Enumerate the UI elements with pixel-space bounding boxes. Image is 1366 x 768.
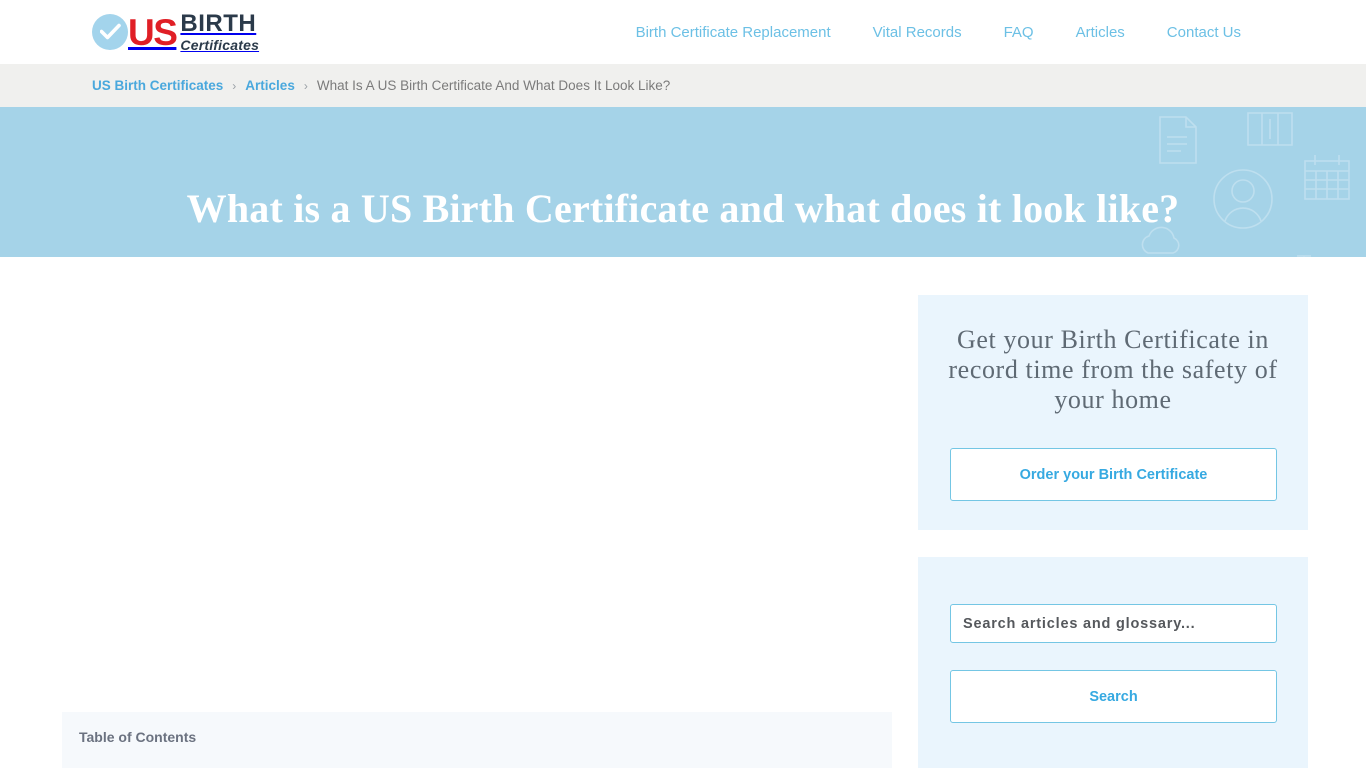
logo-text-us: US — [128, 11, 178, 53]
search-input[interactable] — [950, 604, 1277, 643]
table-of-contents-box: Table of Contents — [62, 712, 892, 768]
nav-item-faq[interactable]: FAQ — [983, 24, 1055, 41]
breadcrumb-item-current: What Is A US Birth Certificate And What … — [316, 78, 671, 93]
breadcrumb-item-home[interactable]: US Birth Certificates — [92, 78, 223, 93]
nav-item-birth-certificate-replacement[interactable]: Birth Certificate Replacement — [615, 24, 852, 41]
hero-banner: What is a US Birth Certificate and what … — [0, 107, 1366, 257]
nav-item-contact-us[interactable]: Contact Us — [1146, 24, 1262, 41]
article-content: Table of Contents — [62, 257, 892, 768]
breadcrumb: US Birth Certificates › Articles › What … — [0, 78, 670, 93]
site-header: US BIRTH Certificates Birth Certificate … — [0, 0, 1366, 64]
search-button[interactable]: Search — [950, 670, 1277, 723]
breadcrumb-item-articles[interactable]: Articles — [245, 78, 295, 93]
main-navigation: Birth Certificate Replacement Vital Reco… — [615, 0, 1262, 64]
site-logo[interactable]: US BIRTH Certificates — [92, 11, 259, 53]
cta-heading: Get your Birth Certificate in record tim… — [948, 325, 1278, 414]
order-birth-certificate-button[interactable]: Order your Birth Certificate — [950, 448, 1277, 501]
search-card: Search — [918, 557, 1308, 768]
nav-item-articles[interactable]: Articles — [1055, 24, 1146, 41]
main-content-area: Table of Contents Get your Birth Certifi… — [0, 257, 1366, 768]
table-of-contents-title: Table of Contents — [79, 729, 197, 745]
breadcrumb-separator-icon: › — [303, 78, 308, 93]
logo-text-certificates: Certificates — [180, 37, 260, 53]
breadcrumb-separator-icon: › — [232, 78, 237, 93]
check-circle-icon — [92, 14, 128, 50]
breadcrumb-bar: US Birth Certificates › Articles › What … — [0, 64, 1366, 107]
page-title: What is a US Birth Certificate and what … — [186, 186, 1180, 232]
nav-item-vital-records[interactable]: Vital Records — [852, 24, 983, 41]
cta-card: Get your Birth Certificate in record tim… — [918, 295, 1308, 530]
logo-text-birth: BIRTH — [180, 10, 257, 37]
